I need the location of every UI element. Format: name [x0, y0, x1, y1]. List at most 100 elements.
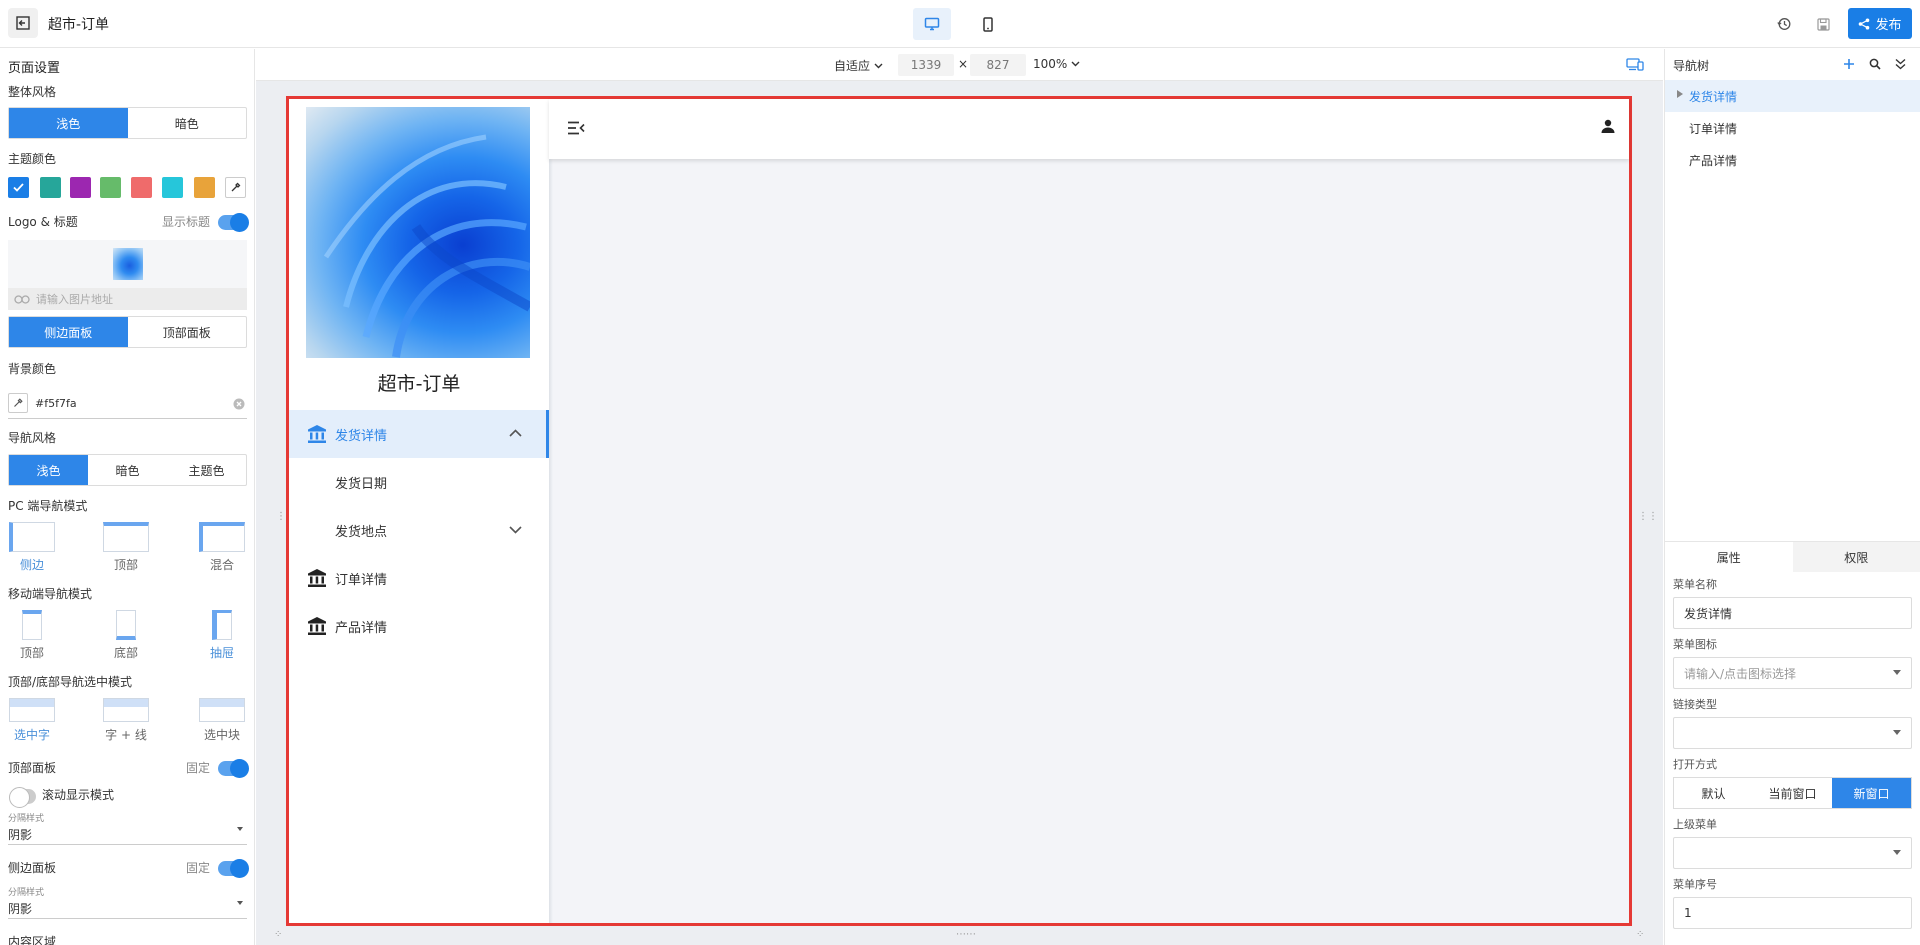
custom-color-button[interactable] [225, 177, 246, 198]
width-input[interactable]: 1339 [898, 54, 954, 76]
tab-properties[interactable]: 属性 [1665, 542, 1793, 572]
sidebar-shadow [549, 99, 553, 923]
style-light-option[interactable]: 浅色 [9, 108, 128, 138]
top-panel-option[interactable]: 顶部面板 [128, 317, 247, 347]
select-mode-label: 顶部/底部导航选中模式 [8, 675, 133, 689]
theme-swatch-teal[interactable] [40, 177, 61, 198]
chevron-down-icon [237, 827, 243, 831]
save-button[interactable] [1813, 14, 1833, 34]
side-fixed-toggle[interactable] [218, 859, 249, 878]
nav-dark-option[interactable]: 暗色 [88, 455, 167, 485]
menu-name-input[interactable]: 发货详情 [1673, 597, 1912, 629]
height-input[interactable]: 827 [970, 54, 1026, 76]
bottom-right-resize-icon[interactable]: ⁘ [1636, 929, 1644, 940]
fit-dropdown[interactable]: 自适应 [834, 57, 883, 74]
theme-swatch-red[interactable] [131, 177, 152, 198]
select-mode-line[interactable]: 字 + 线 [102, 698, 150, 743]
menu-item-ship-date[interactable]: 发货日期 [289, 458, 546, 506]
top-divider-select[interactable]: 分隔样式 阴影 [8, 811, 247, 845]
app-title: 超市-订单 [48, 17, 110, 33]
side-divider-select[interactable]: 分隔样式 阴影 [8, 885, 247, 919]
chevron-down-icon [237, 901, 243, 905]
parent-menu-select[interactable] [1673, 837, 1912, 869]
mobile-bottom-thumb [116, 610, 136, 640]
logo-preview[interactable] [8, 240, 247, 288]
menu-collapse-icon[interactable] [567, 121, 585, 135]
desktop-view-button[interactable] [913, 8, 951, 40]
check-icon [13, 183, 24, 192]
menu-item-ship-date-label: 发货日期 [335, 476, 388, 492]
add-icon[interactable] [1843, 58, 1855, 70]
theme-swatch-purple[interactable] [70, 177, 91, 198]
bottom-resize-handle[interactable]: ⋯⋯ [956, 929, 976, 940]
zoom-label: 100% [1033, 57, 1068, 71]
menu-name-label: 菜单名称 [1673, 578, 1717, 591]
chevron-down-icon [874, 63, 883, 68]
history-button[interactable] [1774, 14, 1794, 34]
top-fixed-toggle[interactable] [218, 759, 249, 778]
menu-order-value: 1 [1684, 906, 1692, 920]
mobile-view-button[interactable] [969, 8, 1007, 40]
mobile-mode-drawer[interactable]: 抽屉 [198, 610, 246, 661]
tree-item-orders[interactable]: 订单详情 [1665, 112, 1920, 144]
image-url-placeholder: 请输入图片地址 [36, 293, 113, 306]
publish-button[interactable]: 发布 [1848, 8, 1912, 39]
open-mode-default[interactable]: 默认 [1674, 778, 1753, 808]
bottom-left-resize-icon[interactable]: ⁘ [274, 929, 282, 940]
logo-thumbnail [112, 248, 143, 280]
bg-color-field[interactable]: #f5f7fa [8, 389, 247, 419]
nav-theme-option[interactable]: 主题色 [167, 455, 246, 485]
pc-mode-side[interactable]: 侧边 [8, 522, 56, 573]
logo-title-label: Logo & 标题 [8, 215, 78, 229]
tab-permissions[interactable]: 权限 [1792, 542, 1920, 572]
image-url-input[interactable]: 请输入图片地址 [8, 288, 247, 310]
pc-mode-mixed[interactable]: 混合 [198, 522, 246, 573]
open-mode-current[interactable]: 当前窗口 [1753, 778, 1832, 808]
menu-item-shipping[interactable]: 发货详情 [289, 410, 549, 458]
theme-swatch-cyan[interactable] [162, 177, 183, 198]
menu-item-shipping-label: 发货详情 [335, 428, 388, 444]
menu-icon-select[interactable]: 请输入/点击图标选择 [1673, 657, 1912, 689]
select-mode-text[interactable]: 选中字 [8, 698, 56, 743]
exit-icon [16, 16, 30, 30]
pc-nav-label: PC 端导航模式 [8, 499, 88, 513]
scroll-mode-toggle[interactable] [9, 787, 36, 808]
canvas-toolbar: 自适应 1339 × 827 100% [256, 49, 1663, 81]
tree-item-shipping[interactable]: 发货详情 [1665, 80, 1920, 112]
bg-color-picker[interactable] [8, 393, 28, 413]
menu-order-input[interactable]: 1 [1673, 897, 1912, 929]
preview-header [549, 99, 1629, 159]
side-panel-option[interactable]: 侧边面板 [9, 317, 128, 347]
tree-item-products[interactable]: 产品详情 [1665, 144, 1920, 176]
show-title-label: 显示标题 [162, 215, 211, 229]
zoom-dropdown[interactable]: 100% [1033, 57, 1080, 71]
select-mode-block[interactable]: 选中块 [198, 698, 246, 743]
preview-app-title: 超市-订单 [377, 373, 461, 395]
user-icon[interactable] [1601, 119, 1615, 133]
menu-item-ship-location[interactable]: 发货地点 [289, 506, 546, 554]
open-mode-new[interactable]: 新窗口 [1832, 778, 1911, 808]
pc-mode-top[interactable]: 顶部 [102, 522, 150, 573]
clear-icon[interactable] [233, 398, 245, 410]
device-switch-icon[interactable] [1626, 58, 1644, 71]
nav-light-option[interactable]: 浅色 [9, 455, 88, 485]
search-icon[interactable] [1869, 58, 1881, 70]
show-title-toggle[interactable] [218, 213, 249, 232]
bank-icon [308, 569, 326, 587]
collapse-all-icon[interactable] [1895, 58, 1906, 70]
panel-heading: 页面设置 [8, 61, 61, 76]
theme-color-label: 主题颜色 [8, 152, 57, 166]
menu-item-products[interactable]: 产品详情 [289, 602, 546, 650]
mobile-mode-top[interactable]: 顶部 [8, 610, 56, 661]
theme-swatch-green[interactable] [100, 177, 121, 198]
side-fixed-label: 固定 [186, 861, 211, 875]
link-type-select[interactable] [1673, 717, 1912, 749]
menu-item-orders[interactable]: 订单详情 [289, 554, 546, 602]
right-resize-handle[interactable]: ⋮⋮ [1638, 512, 1658, 522]
publish-label: 发布 [1875, 18, 1902, 33]
style-dark-option[interactable]: 暗色 [128, 108, 247, 138]
exit-button[interactable] [8, 8, 38, 38]
mobile-mode-bottom[interactable]: 底部 [102, 610, 150, 661]
theme-swatch-orange[interactable] [194, 177, 215, 198]
theme-swatch-blue[interactable] [8, 177, 29, 198]
